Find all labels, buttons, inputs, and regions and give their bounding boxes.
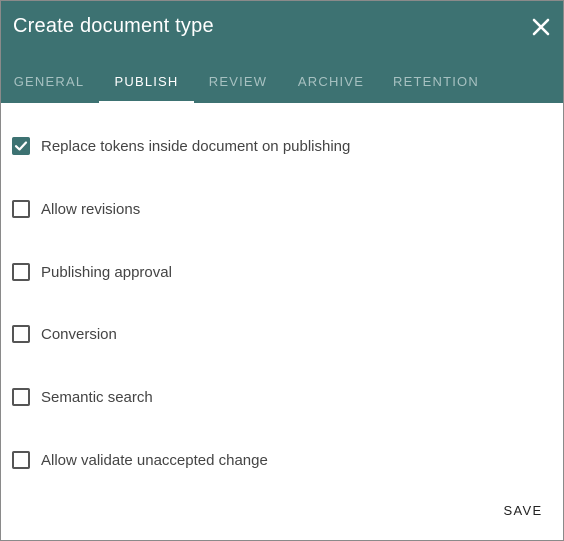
create-document-type-dialog: Create document type GENERAL PUBLISH REV… (0, 0, 564, 541)
option-label: Allow validate unaccepted change (41, 451, 268, 469)
tab-archive[interactable]: ARCHIVE (284, 65, 378, 103)
checkmark-icon (14, 141, 28, 151)
close-icon (532, 18, 550, 36)
tab-review[interactable]: REVIEW (196, 65, 280, 103)
tab-retention[interactable]: RETENTION (382, 65, 490, 103)
option-publishing-approval[interactable]: Publishing approval (12, 261, 172, 283)
checkbox-unchecked[interactable] (12, 263, 30, 281)
checkbox-unchecked[interactable] (12, 200, 30, 218)
option-label: Allow revisions (41, 200, 141, 218)
option-label: Replace tokens inside document on publis… (41, 137, 351, 155)
checkbox-unchecked[interactable] (12, 388, 30, 406)
dialog-title: Create document type (13, 15, 214, 37)
checkbox-checked[interactable] (12, 137, 30, 155)
option-semantic-search[interactable]: Semantic search (12, 386, 153, 408)
option-label: Conversion (41, 325, 117, 343)
option-allow-revisions[interactable]: Allow revisions (12, 198, 140, 220)
dialog-header: Create document type GENERAL PUBLISH REV… (1, 1, 563, 103)
checkbox-unchecked[interactable] (12, 325, 30, 343)
tab-publish[interactable]: PUBLISH (99, 65, 194, 103)
option-label: Semantic search (41, 388, 153, 406)
checkbox-unchecked[interactable] (12, 451, 30, 469)
option-conversion[interactable]: Conversion (12, 323, 117, 345)
save-button[interactable]: SAVE (495, 499, 551, 523)
option-label: Publishing approval (41, 263, 172, 281)
tab-general[interactable]: GENERAL (1, 65, 97, 103)
option-replace-tokens[interactable]: Replace tokens inside document on publis… (12, 135, 350, 157)
close-button[interactable] (529, 15, 553, 39)
tab-bar: GENERAL PUBLISH REVIEW ARCHIVE RETENTION (1, 65, 563, 103)
option-allow-validate-unaccepted-change[interactable]: Allow validate unaccepted change (12, 449, 268, 471)
